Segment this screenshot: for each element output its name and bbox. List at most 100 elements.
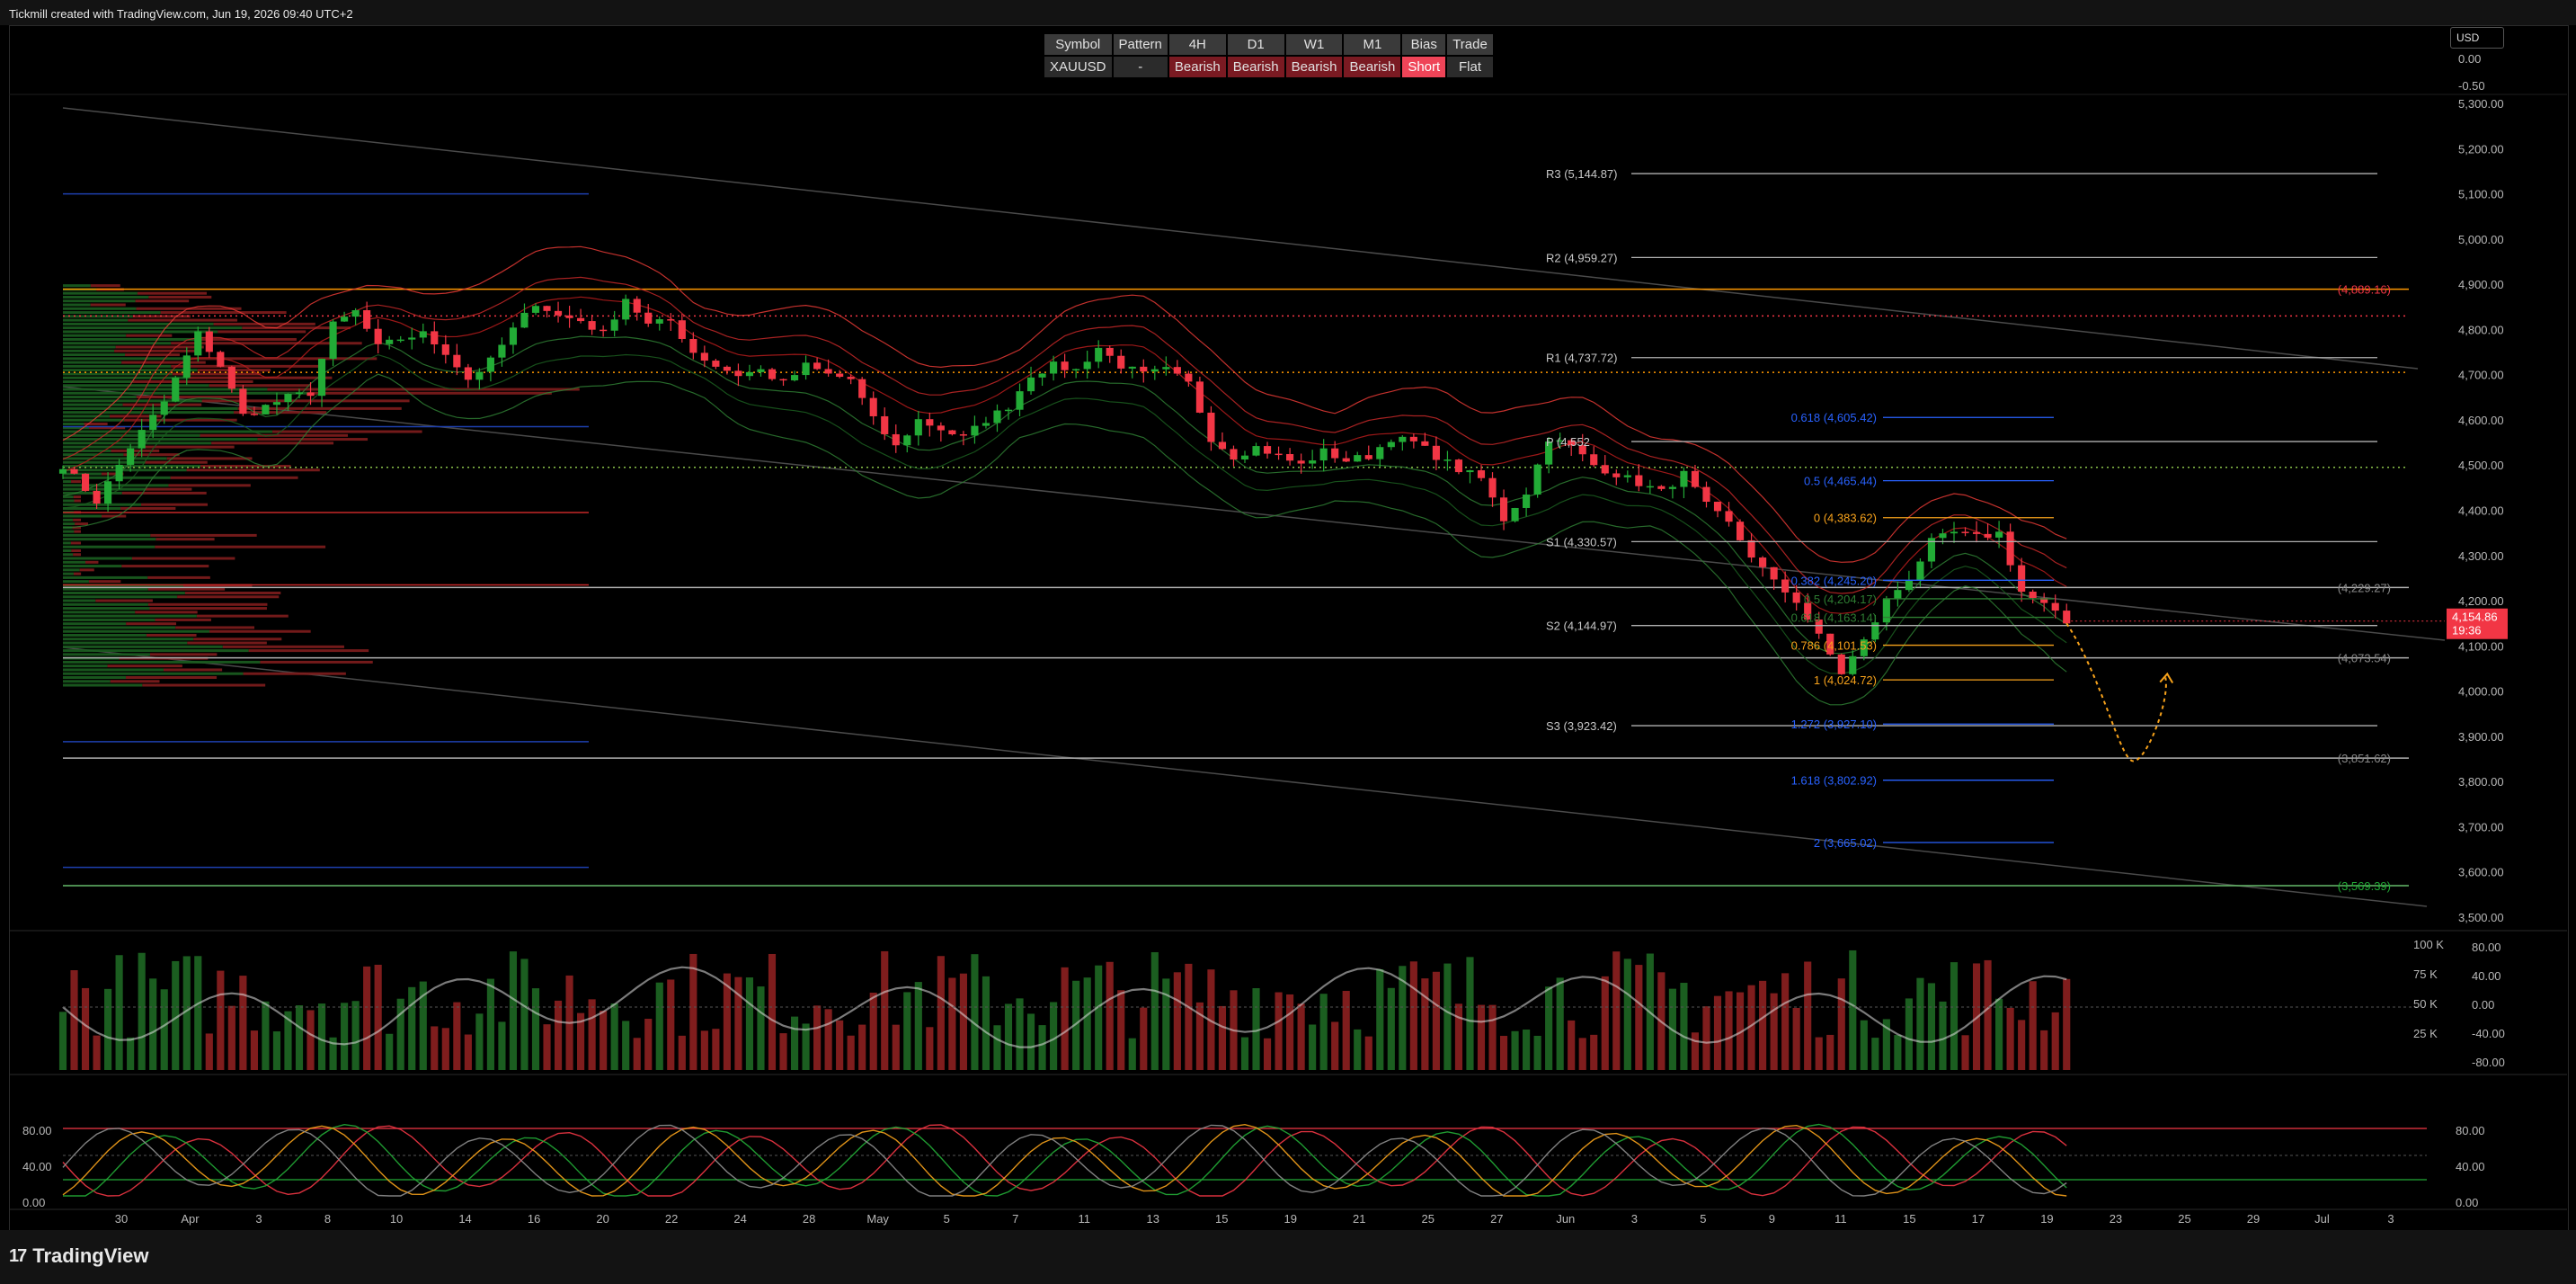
candle-body (182, 355, 191, 379)
candle-body (295, 392, 304, 395)
candle-body (914, 419, 922, 436)
volume-bar (1961, 1035, 1969, 1070)
time-tick-label: 27 (1490, 1212, 1503, 1226)
volume-bar (1770, 993, 1778, 1070)
volume-bar (396, 998, 404, 1070)
volume-bar (408, 986, 416, 1070)
profile-bar-up (63, 441, 212, 445)
stoch-tick-left: 40.00 (22, 1160, 52, 1173)
candle-body (1995, 531, 2003, 538)
profile-bar-down (272, 430, 422, 433)
candle-body (1623, 475, 1631, 477)
band-line (62, 373, 2067, 706)
time-tick-label: 5 (944, 1212, 950, 1226)
candle-body (869, 397, 877, 416)
volume-bar (227, 1005, 235, 1070)
candle-body (70, 468, 78, 474)
candle-body (1117, 355, 1125, 369)
volume-bar (1286, 994, 1294, 1070)
candle-body (689, 338, 697, 353)
candle-body (1004, 409, 1013, 412)
volume-bar (543, 1024, 551, 1070)
price-tick-label: 3,900.00 (2458, 730, 2504, 744)
candle-body (341, 317, 349, 322)
profile-bar-down (145, 460, 208, 464)
table-header-cell: D1 (1227, 34, 1284, 55)
candle-body (1972, 531, 1981, 534)
table-header-cell: Trade (1447, 34, 1493, 55)
time-axis: 30 Apr 3 8 10 14 16 20 22 24 28 May 5 7 11 13 15 19 21 25 27… (115, 1212, 2394, 1226)
profile-bar-down (74, 530, 81, 533)
volume-bar (1095, 965, 1103, 1070)
footer-bar (0, 1230, 2576, 1284)
current-price-label: 4,154.86 (2452, 611, 2498, 624)
profile-bar-down (189, 376, 333, 379)
currency-selector[interactable]: USD (2450, 27, 2504, 49)
price-tick-label: 4,600.00 (2458, 414, 2504, 427)
candle-body (600, 329, 608, 332)
candle-body (1072, 369, 1080, 370)
profile-bar-down (260, 660, 373, 664)
time-tick-label: 28 (803, 1212, 815, 1226)
tradingview-logo[interactable]: 17 TradingView (9, 1244, 148, 1268)
candle-body (205, 331, 213, 352)
profile-bar-up (63, 468, 187, 472)
profile-bar-down (107, 664, 182, 668)
oscillator-tick-label: 80.00 (2472, 941, 2501, 954)
volume-bar (712, 1029, 720, 1070)
candle-body (1871, 622, 1879, 640)
candle-body (1106, 347, 1114, 356)
time-tick-label: 19 (2040, 1212, 2053, 1226)
pivot-label: R2 (4,959.27) (1546, 251, 1618, 264)
volume-tick-label: 75 K (2413, 967, 2438, 981)
candle-body (1488, 477, 1497, 498)
candle-body (1499, 497, 1508, 522)
profile-bar-down (257, 438, 369, 441)
profile-bar-up (63, 503, 142, 506)
volume-bar (768, 953, 777, 1070)
profile-bar-down (79, 568, 94, 572)
volume-bar (1871, 1038, 1879, 1070)
profile-bar-up (63, 538, 156, 541)
profile-bar-up (63, 664, 108, 668)
candle-body (520, 312, 529, 328)
profile-bar-down (90, 303, 126, 307)
candle-body (1691, 470, 1700, 487)
volume-bar (104, 988, 112, 1070)
profile-bar-up (63, 334, 127, 337)
volume-bar (667, 979, 675, 1070)
candle-body (396, 339, 404, 342)
brand-name: TradingView (32, 1244, 149, 1267)
candle-body (1770, 566, 1778, 580)
candle-body (937, 425, 945, 431)
volume-bar (1319, 994, 1328, 1070)
volume-bar (1950, 962, 1959, 1070)
profile-bar-up (63, 626, 176, 629)
profile-bar-down (193, 638, 282, 641)
price-tick-label: 3,700.00 (2458, 820, 2504, 834)
volume-bar (1432, 971, 1440, 1070)
volume-bar (554, 1000, 563, 1070)
profile-bar-down (170, 476, 298, 479)
candle-body (1319, 448, 1328, 461)
price-chart[interactable]: (4,889.16) (4,229.27) (4,073.54) (3,851.62)… (0, 0, 2576, 1284)
table-cell: Bearish (1227, 57, 1284, 77)
oscillator-tick-label: 40.00 (2472, 969, 2501, 983)
candle-body (115, 464, 123, 482)
fib-label: 1 (4,024.72) (1814, 673, 1877, 687)
volume-bar (1016, 998, 1024, 1070)
volume-bar (1826, 1034, 1834, 1070)
volume-bar (790, 1016, 799, 1070)
profile-bar-down (267, 388, 580, 391)
time-tick-label: 15 (1903, 1212, 1915, 1226)
profile-bar-down (70, 541, 81, 545)
volume-bar (520, 959, 529, 1070)
profile-bar-up (63, 672, 244, 675)
volume-bar (1635, 965, 1643, 1070)
level-price-label: (3,851.62) (2338, 752, 2391, 765)
profile-bar-up (63, 369, 198, 372)
price-tick-label: 4,500.00 (2458, 459, 2504, 472)
profile-bar-down (147, 602, 268, 606)
volume-bar (1331, 1021, 1339, 1070)
profile-bar-down (135, 299, 190, 303)
